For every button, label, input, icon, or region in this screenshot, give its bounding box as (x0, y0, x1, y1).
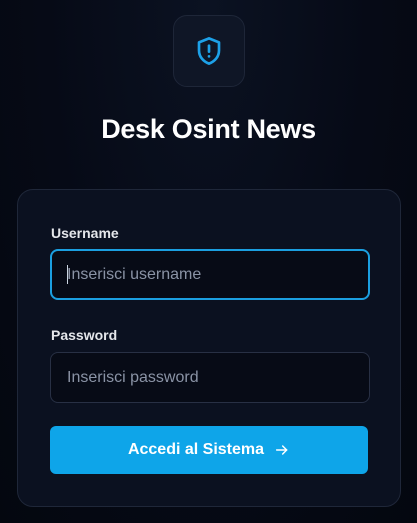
arrow-right-icon (275, 445, 288, 455)
shield-alert-icon (197, 37, 221, 65)
password-input[interactable] (50, 352, 370, 403)
username-input[interactable] (50, 249, 370, 300)
password-label: Password (51, 327, 118, 343)
app-logo (173, 15, 245, 87)
app-title: Desk Osint News (101, 114, 316, 144)
login-form: Username Password Accedi al Sistema (17, 189, 401, 507)
username-label: Username (51, 225, 119, 241)
text-caret (67, 265, 68, 284)
login-submit-label: Accedi al Sistema (127, 441, 265, 458)
login-submit-button[interactable]: Accedi al Sistema (50, 426, 368, 474)
login-page: Desk Osint News Username Password Accedi… (0, 0, 417, 523)
